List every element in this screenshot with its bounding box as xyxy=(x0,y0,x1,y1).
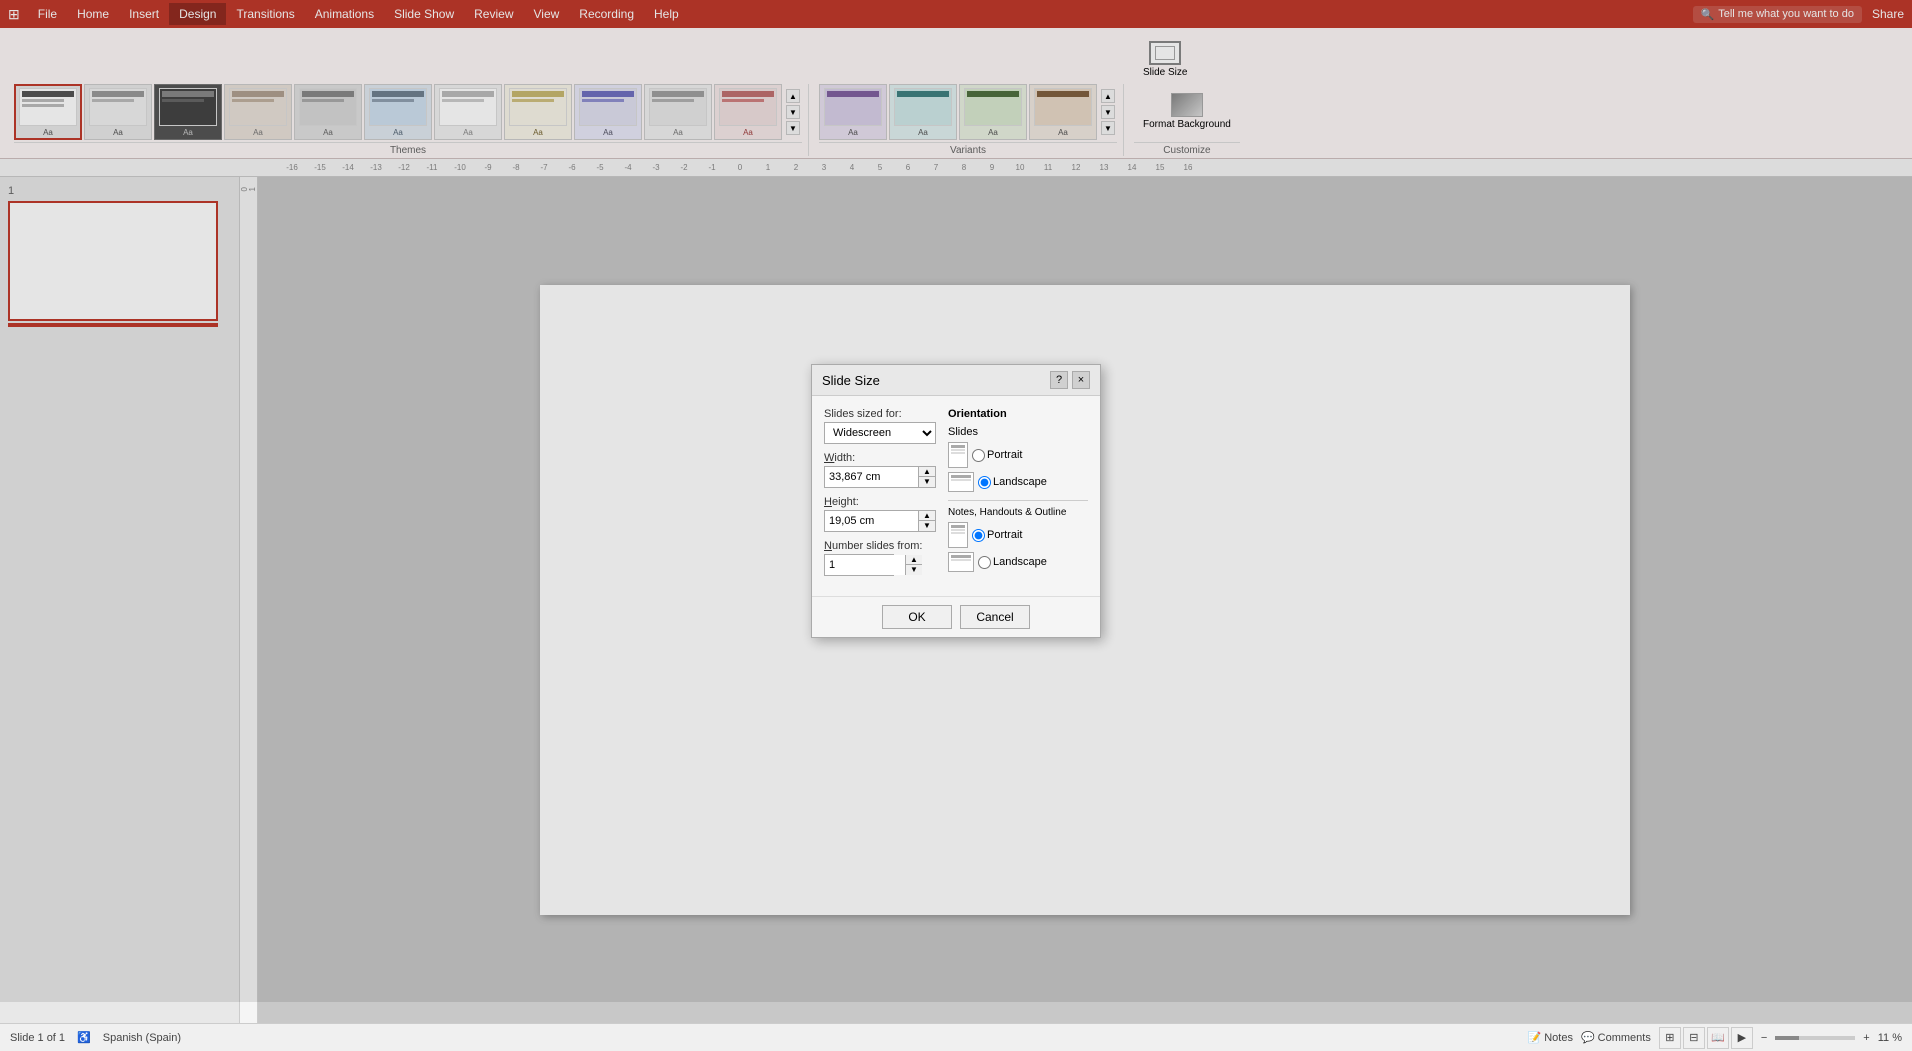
zoom-slider[interactable] xyxy=(1775,1036,1855,1040)
cancel-button[interactable]: Cancel xyxy=(960,605,1030,629)
number-slides-from-group: Number slides from: ▲ ▼ xyxy=(824,540,936,576)
status-right: 📝 Notes 💬 Comments ⊞ ⊟ 📖 ▶ − + 11 % xyxy=(1528,1027,1902,1049)
view-buttons: ⊞ ⊟ 📖 ▶ xyxy=(1659,1027,1753,1049)
number-slides-from-spin-buttons: ▲ ▼ xyxy=(905,555,922,575)
width-decrement[interactable]: ▼ xyxy=(919,477,935,487)
notes-portrait-row: Portrait xyxy=(948,522,1088,548)
notes-orientation-section: Notes, Handouts & Outline Portrait xyxy=(948,507,1088,572)
height-spin-buttons: ▲ ▼ xyxy=(918,511,935,531)
slides-landscape-row: Landscape xyxy=(948,472,1088,492)
notes-portrait-icon xyxy=(948,522,968,548)
slides-landscape-label[interactable]: Landscape xyxy=(978,476,1047,489)
dialog-right: Orientation Slides Portrait xyxy=(948,408,1088,584)
slides-title: Slides xyxy=(948,426,1088,438)
number-slides-decrement[interactable]: ▼ xyxy=(906,565,922,575)
slide-size-dialog: Slide Size ? × Slides sized for: Widescr… xyxy=(811,364,1101,638)
zoom-value: 11 % xyxy=(1878,1032,1902,1044)
number-slides-from-spin: ▲ ▼ xyxy=(824,554,894,576)
number-slides-from-input[interactable] xyxy=(825,555,905,575)
comments-button[interactable]: 💬 Comments xyxy=(1581,1031,1651,1044)
slides-portrait-row: Portrait xyxy=(948,442,1088,468)
width-spin-buttons: ▲ ▼ xyxy=(918,467,935,487)
zoom-plus[interactable]: + xyxy=(1863,1032,1869,1044)
ok-button[interactable]: OK xyxy=(882,605,952,629)
orientation-divider xyxy=(948,500,1088,501)
dialog-help-button[interactable]: ? xyxy=(1050,371,1068,389)
width-input-spin: ▲ ▼ xyxy=(824,466,936,488)
dialog-title: Slide Size xyxy=(822,373,880,388)
number-slides-from-label: Number slides from: xyxy=(824,540,936,552)
notes-label: Notes xyxy=(1544,1032,1573,1044)
dialog-controls: ? × xyxy=(1050,371,1090,389)
slides-portrait-label[interactable]: Portrait xyxy=(972,449,1022,462)
slideshow-button[interactable]: ▶ xyxy=(1731,1027,1753,1049)
height-decrement[interactable]: ▼ xyxy=(919,521,935,531)
notes-icon: 📝 xyxy=(1528,1031,1542,1044)
dialog-body: Slides sized for: Widescreen Standard (4… xyxy=(812,396,1100,596)
height-input-spin: ▲ ▼ xyxy=(824,510,936,532)
comments-label: Comments xyxy=(1598,1032,1651,1044)
slides-landscape-radio[interactable] xyxy=(978,476,991,489)
notes-landscape-icon xyxy=(948,552,974,572)
zoom-minus[interactable]: − xyxy=(1761,1032,1767,1044)
slides-sized-for-select[interactable]: Widescreen Standard (4:3) Custom Letter … xyxy=(824,422,936,444)
notes-handouts-label: Notes, Handouts & Outline xyxy=(948,507,1088,518)
reading-view-button[interactable]: 📖 xyxy=(1707,1027,1729,1049)
width-group: Width: ▲ ▼ xyxy=(824,452,936,488)
notes-landscape-radio[interactable] xyxy=(978,556,991,569)
notes-portrait-radio[interactable] xyxy=(972,529,985,542)
width-label: Width: xyxy=(824,452,936,464)
height-group: Height: ▲ ▼ xyxy=(824,496,936,532)
dialog-overlay: Slide Size ? × Slides sized for: Widescr… xyxy=(0,0,1912,1002)
portrait-icon xyxy=(948,442,968,468)
slides-sized-for-label: Slides sized for: xyxy=(824,408,936,420)
notes-portrait-label[interactable]: Portrait xyxy=(972,529,1022,542)
language: Spanish (Spain) xyxy=(103,1032,181,1044)
slide-info: Slide 1 of 1 xyxy=(10,1032,65,1044)
normal-view-button[interactable]: ⊞ xyxy=(1659,1027,1681,1049)
height-label: Height: xyxy=(824,496,936,508)
slides-portrait-radio[interactable] xyxy=(972,449,985,462)
dialog-left: Slides sized for: Widescreen Standard (4… xyxy=(824,408,936,584)
notes-landscape-row: Landscape xyxy=(948,552,1088,572)
height-input[interactable] xyxy=(825,511,918,531)
statusbar: Slide 1 of 1 ♿ Spanish (Spain) 📝 Notes 💬… xyxy=(0,1023,1912,1051)
dialog-footer: OK Cancel xyxy=(812,596,1100,637)
number-slides-increment[interactable]: ▲ xyxy=(906,555,922,565)
width-input[interactable] xyxy=(825,467,918,487)
comments-icon: 💬 xyxy=(1581,1031,1595,1044)
accessibility-icon[interactable]: ♿ xyxy=(77,1031,91,1044)
dialog-titlebar: Slide Size ? × xyxy=(812,365,1100,396)
width-increment[interactable]: ▲ xyxy=(919,467,935,477)
notes-button[interactable]: 📝 Notes xyxy=(1528,1031,1573,1044)
dialog-close-button[interactable]: × xyxy=(1072,371,1090,389)
slide-sorter-button[interactable]: ⊟ xyxy=(1683,1027,1705,1049)
slides-orientation-section: Slides Portrait xyxy=(948,426,1088,492)
notes-landscape-label[interactable]: Landscape xyxy=(978,556,1047,569)
landscape-icon xyxy=(948,472,974,492)
orientation-title: Orientation xyxy=(948,408,1088,420)
height-increment[interactable]: ▲ xyxy=(919,511,935,521)
slides-sized-for-group: Slides sized for: Widescreen Standard (4… xyxy=(824,408,936,444)
